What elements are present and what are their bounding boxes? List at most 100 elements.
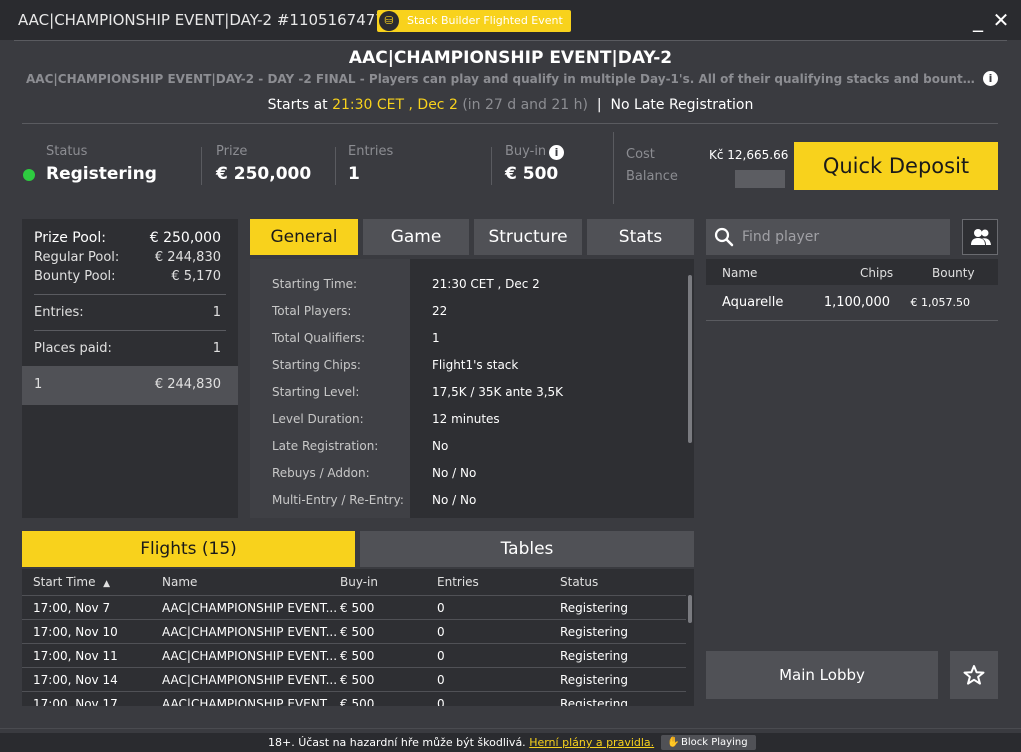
- flight-time: 17:00, Nov 7: [33, 601, 111, 615]
- player-search-box[interactable]: [706, 219, 950, 255]
- payout-value: € 244,830: [154, 377, 221, 392]
- flight-row[interactable]: 17:00, Nov 7 AAC|CHAMPIONSHIP EVENT... € 5…: [22, 595, 686, 619]
- flight-status: Registering: [560, 697, 628, 706]
- general-field-label: Level Duration:: [272, 412, 364, 426]
- tab-game[interactable]: Game: [363, 219, 469, 255]
- hand-icon: ✋: [667, 737, 680, 748]
- status-label: Status: [46, 144, 88, 159]
- balance-hidden-value[interactable]: [735, 170, 785, 188]
- flights-col-name[interactable]: Name: [162, 575, 197, 589]
- flight-status: Registering: [560, 673, 628, 687]
- buyin-label: Buy-in: [505, 144, 547, 159]
- flight-row[interactable]: 17:00, Nov 17 AAC|CHAMPIONSHIP EVENT... € …: [22, 691, 686, 706]
- prize-pool-label: Prize Pool:: [34, 230, 106, 246]
- block-playing-button[interactable]: ✋ Block Playing: [661, 735, 756, 750]
- general-field-value: 21:30 CET , Dec 2: [432, 277, 540, 291]
- flights-col-entries[interactable]: Entries: [437, 575, 479, 589]
- general-field-value: No / No: [432, 493, 477, 507]
- cost-value: Kč 12,665.66: [709, 148, 789, 162]
- general-field-value: 17,5K / 35K ante 3,5K: [432, 385, 564, 399]
- places-paid-label: Places paid:: [34, 341, 112, 356]
- general-field-value: Flight1's stack: [432, 358, 519, 372]
- stat-divider: [491, 147, 492, 185]
- tab-flights[interactable]: Flights (15): [22, 531, 355, 567]
- flight-status: Registering: [560, 625, 628, 639]
- flights-scrollbar[interactable]: [688, 595, 692, 623]
- stat-divider: [613, 132, 614, 204]
- flight-entries: 0: [437, 673, 445, 687]
- flight-status: Registering: [560, 601, 628, 615]
- starts-separator: |: [596, 97, 602, 113]
- flight-row[interactable]: 17:00, Nov 14 AAC|CHAMPIONSHIP EVENT... € …: [22, 667, 686, 691]
- flight-buyin: € 500: [340, 649, 375, 663]
- search-input[interactable]: [742, 227, 942, 247]
- stat-divider: [201, 147, 202, 185]
- general-scrollbar[interactable]: [688, 275, 692, 443]
- tab-general[interactable]: General: [250, 219, 358, 255]
- tournament-subtitle: AAC|CHAMPIONSHIP EVENT|DAY-2 - DAY -2 FI…: [26, 72, 978, 86]
- flight-name: AAC|CHAMPIONSHIP EVENT...: [162, 697, 338, 706]
- player-chips: 1,100,000: [823, 295, 890, 310]
- tab-tables[interactable]: Tables: [360, 531, 694, 567]
- players-col-chips[interactable]: Chips: [860, 266, 893, 280]
- flight-buyin: € 500: [340, 601, 375, 615]
- flight-row[interactable]: 17:00, Nov 11 AAC|CHAMPIONSHIP EVENT... € …: [22, 643, 686, 667]
- star-icon: [963, 664, 985, 690]
- general-field-value: 12 minutes: [432, 412, 500, 426]
- player-list-button[interactable]: [962, 219, 998, 255]
- block-playing-label: Block Playing: [681, 737, 748, 748]
- footer-bar: 18+. Účast na hazardní hře může být škod…: [0, 733, 1021, 752]
- payout-place: 1: [34, 377, 43, 392]
- flights-col-buyin[interactable]: Buy-in: [340, 575, 378, 589]
- starts-remaining: (in 27 d and 21 h): [462, 97, 588, 113]
- players-col-name[interactable]: Name: [722, 266, 757, 280]
- general-field-label: Late Registration:: [272, 439, 379, 453]
- entries-value: 1: [348, 164, 360, 184]
- flights-col-start[interactable]: Start Time ▲: [33, 575, 110, 589]
- footer-text: 18+. Účast na hazardní hře může být škod…: [268, 736, 654, 749]
- pool-divider: [34, 294, 226, 295]
- prize-pool-value: € 250,000: [149, 230, 221, 246]
- flight-buyin: € 500: [340, 625, 375, 639]
- tab-stats[interactable]: Stats: [587, 219, 694, 255]
- flight-row[interactable]: 17:00, Nov 10 AAC|CHAMPIONSHIP EVENT... € …: [22, 619, 686, 643]
- pool-divider: [34, 330, 226, 331]
- gambling-warning: 18+. Účast na hazardní hře může být škod…: [268, 736, 526, 749]
- quick-deposit-button[interactable]: Quick Deposit: [794, 142, 998, 190]
- window-title: AAC|CHAMPIONSHIP EVENT|DAY-2 #1105167477: [18, 11, 385, 29]
- tab-structure[interactable]: Structure: [474, 219, 582, 255]
- flight-buyin: € 500: [340, 697, 375, 706]
- chip-stack-icon: ⛁: [379, 11, 399, 31]
- pool-entries-value: 1: [212, 305, 221, 320]
- favorite-button[interactable]: [950, 651, 998, 699]
- buyin-info-icon[interactable]: i: [549, 145, 564, 160]
- general-field-value: No / No: [432, 466, 477, 480]
- general-field-value: 22: [432, 304, 448, 318]
- flight-entries: 0: [437, 625, 445, 639]
- rules-link[interactable]: Herní plány a pravidla.: [529, 736, 654, 749]
- flight-name: AAC|CHAMPIONSHIP EVENT...: [162, 601, 338, 615]
- search-icon: [714, 227, 734, 247]
- player-bounty: € 1,057.50: [910, 296, 970, 309]
- general-field-label: Rebuys / Addon:: [272, 466, 370, 480]
- minimize-button[interactable]: _: [966, 8, 990, 32]
- flight-status: Registering: [560, 649, 628, 663]
- main-lobby-button[interactable]: Main Lobby: [706, 651, 938, 699]
- general-field-value: No: [432, 439, 449, 453]
- flights-col-status[interactable]: Status: [560, 575, 598, 589]
- flight-time: 17:00, Nov 14: [33, 673, 118, 687]
- stat-divider: [335, 147, 336, 185]
- flight-name: AAC|CHAMPIONSHIP EVENT...: [162, 625, 338, 639]
- regular-pool-label: Regular Pool:: [34, 250, 120, 265]
- status-dot-icon: [23, 169, 35, 181]
- general-field-label: Total Qualifiers:: [272, 331, 366, 345]
- flight-time: 17:00, Nov 11: [33, 649, 118, 663]
- balance-label: Balance: [626, 169, 678, 184]
- info-icon[interactable]: i: [983, 71, 998, 86]
- flight-name: AAC|CHAMPIONSHIP EVENT...: [162, 649, 338, 663]
- close-button[interactable]: ✕: [989, 8, 1013, 32]
- flight-entries: 0: [437, 649, 445, 663]
- bounty-pool-label: Bounty Pool:: [34, 269, 116, 284]
- player-row[interactable]: Aquarelle 1,100,000 € 1,057.50: [706, 285, 998, 321]
- players-col-bounty[interactable]: Bounty: [932, 266, 975, 280]
